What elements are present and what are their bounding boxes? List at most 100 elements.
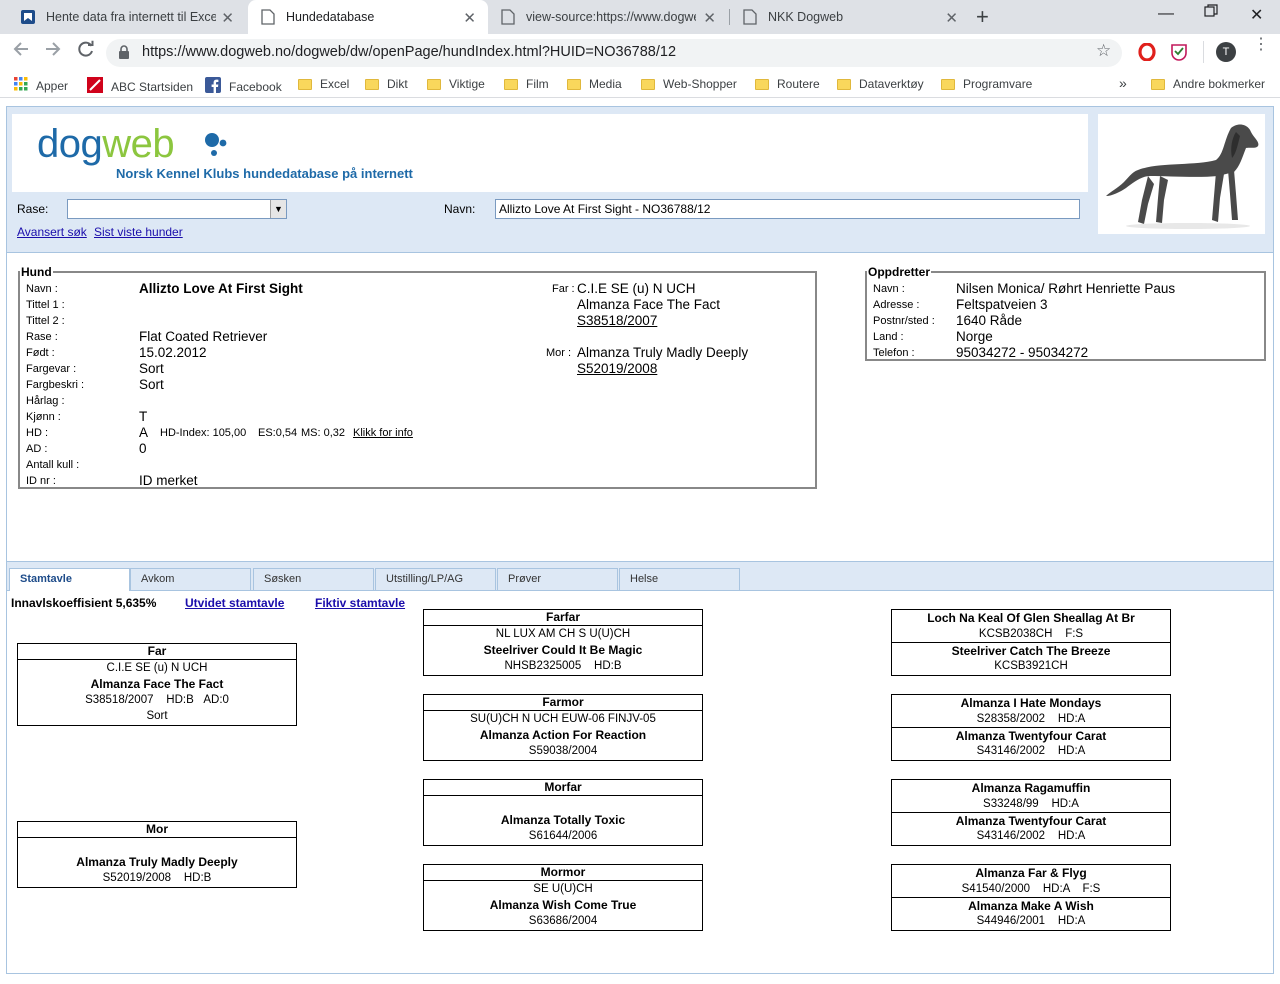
bookmark-apps[interactable]: Apper [14,77,68,94]
field-label: ID nr : [26,475,56,487]
bookmark-other[interactable]: Andre bokmerker [1151,77,1265,91]
tab-helse[interactable]: Helse [619,568,740,590]
tab-sosken[interactable]: Søsken [253,568,374,590]
browser-tab-view-source[interactable]: view-source:https://www.dogweb. ✕ [488,0,728,34]
pedigree-farmor[interactable]: Farmor SU(U)CH N UCH EUW-06 FINJV-05 Alm… [423,694,703,761]
folder-icon [427,78,441,90]
cell-reg: S63686/2004 [528,915,598,927]
pedigree-gen3-pair-2[interactable]: Almanza I Hate Mondays S28358/2002 HD:A … [891,694,1171,761]
bookmark-viktige[interactable]: Viktige [427,77,485,91]
shield-extension-icon[interactable] [1170,43,1188,64]
mor-reg-link[interactable]: S52019/2008 [577,361,657,376]
navn-label: Navn: [444,202,476,216]
minimize-icon[interactable]: — [1158,5,1174,23]
browser-tab-nkk-dogweb[interactable]: NKK Dogweb ✕ [730,0,970,34]
browser-tab-excel[interactable]: Hente data fra internett til Excel o ✕ [8,0,246,34]
field-label: Postnr/sted : [873,315,935,327]
browser-menu-icon[interactable]: ⋮ [1253,37,1269,53]
field-label: Antall kull : [26,459,80,471]
extended-pedigree-link[interactable]: Utvidet stamtavle [185,596,284,610]
profile-avatar[interactable]: T [1216,42,1236,62]
cell-ad: AD:0 [203,694,229,706]
cell-name: Almanza Ragamuffin [971,781,1091,795]
pedigree-mormor[interactable]: Mormor SE U(U)CH Almanza Wish Come True … [423,864,703,931]
restore-icon[interactable] [1204,4,1218,23]
lock-icon[interactable] [118,45,130,62]
bookmark-label: Viktige [449,77,485,91]
hd-index: HD-Index: 105,00 [160,427,247,439]
pedigree-gen3-pair-4[interactable]: Almanza Far & Flyg S41540/2000 HD:A F:S … [891,864,1171,931]
cell-reg-line: S41540/2000 HD:A F:S [892,881,1170,897]
folder-icon [755,78,769,90]
cell-name: Almanza Face The Fact [90,677,224,691]
bookmark-dataverktoy[interactable]: Dataverktøy [837,77,924,91]
mor-name: Almanza Truly Madly Deeply [577,345,749,360]
pedigree-far[interactable]: Far C.I.E SE (u) N UCH Almanza Face The … [17,643,297,726]
bookmark-dikt[interactable]: Dikt [365,77,408,91]
bookmark-web-shopper[interactable]: Web-Shopper [641,77,737,91]
far-reg-link[interactable]: S38518/2007 [577,313,657,328]
cell-reg: S43146/2002 [976,830,1046,842]
rase-select[interactable]: ▼ [67,199,287,219]
opera-extension-icon[interactable] [1138,42,1156,64]
cell-reg-line: S43146/2002 HD:A [892,828,1170,844]
pedigree-gen3-pair-1[interactable]: Loch Na Keal Of Glen Sheallag At Br KCSB… [891,609,1171,676]
tab-title: NKK Dogweb [768,10,844,24]
cell-header: Far [18,644,296,660]
chevron-down-icon[interactable]: ▼ [270,200,286,218]
recent-dogs-link[interactable]: Sist viste hunder [94,225,183,239]
pedigree-morfar[interactable]: Morfar Almanza Totally Toxic S61644/2006 [423,779,703,846]
pedigree-mor[interactable]: Mor Almanza Truly Madly Deeply S52019/20… [17,821,297,888]
tab-title: Hundedatabase [286,10,375,24]
hd-es: ES:0,54 [258,427,298,439]
cell-reg: S33248/99 [983,798,1039,810]
cell-title: SE U(U)CH [533,883,593,895]
advanced-search-link[interactable]: Avansert søk [17,225,87,239]
cell-name: Almanza Wish Come True [489,898,637,912]
tab-prover[interactable]: Prøver [497,568,618,590]
tab-avkom[interactable]: Avkom [130,568,251,590]
oppdretter-legend: Oppdretter [867,265,932,279]
bookmark-star-icon[interactable]: ☆ [1096,41,1111,61]
bookmark-routere[interactable]: Routere [755,77,820,91]
fictive-pedigree-link[interactable]: Fiktiv stamtavle [315,596,405,610]
cell-title: NL LUX AM CH S U(U)CH [495,628,631,640]
forward-arrow-icon[interactable] [44,40,62,63]
cell-reg-line: S43146/2002 HD:A [892,743,1170,759]
pedigree-gen3-pair-3[interactable]: Almanza Ragamuffin S33248/99 HD:A Almanz… [891,779,1171,846]
page-favicon-icon [500,9,516,25]
browser-tab-hundedatabase[interactable]: Hundedatabase ✕ [248,0,488,34]
back-arrow-icon[interactable] [12,40,30,63]
tab-stamtavle[interactable]: Stamtavle [9,568,130,591]
close-icon[interactable]: ✕ [221,9,234,27]
dogweb-logo[interactable]: dogweb [37,122,175,166]
new-tab-button[interactable]: + [976,4,989,30]
folder-icon [298,78,312,90]
close-icon[interactable]: ✕ [703,9,716,27]
bookmark-abc-startsiden[interactable]: ABC Startsiden [87,77,193,96]
bookmark-label: Film [526,77,549,91]
cell-header: Farmor [424,695,702,711]
bookmark-label: Dikt [387,77,408,91]
reload-icon[interactable] [77,40,95,63]
field-label: Fargbeskri : [26,379,85,391]
pedigree-farfar[interactable]: Farfar NL LUX AM CH S U(U)CH Steelriver … [423,609,703,676]
cell-color: Sort [146,710,168,722]
cell-header: Farfar [424,610,702,626]
tab-utstilling[interactable]: Utstilling/LP/AG [375,568,496,590]
navn-input[interactable] [495,199,1080,219]
more-bookmarks-button[interactable]: » [1119,75,1127,91]
close-icon[interactable]: ✕ [945,9,958,27]
bookmark-programvare[interactable]: Programvare [941,77,1032,91]
logo-dog-text: dog [37,122,103,166]
bookmark-excel[interactable]: Excel [298,77,349,91]
bookmark-facebook[interactable]: Facebook [205,77,282,96]
cell-name: Almanza Far & Flyg [975,866,1087,880]
cell-reg-line: KCSB3921CH [892,658,1170,674]
bookmark-film[interactable]: Film [504,77,549,91]
bookmark-media[interactable]: Media [567,77,622,91]
close-icon[interactable]: ✕ [463,9,476,27]
hd-info-link[interactable]: Klikk for info [353,427,413,439]
folder-icon [1151,78,1165,90]
window-close-icon[interactable]: ✕ [1250,5,1263,25]
